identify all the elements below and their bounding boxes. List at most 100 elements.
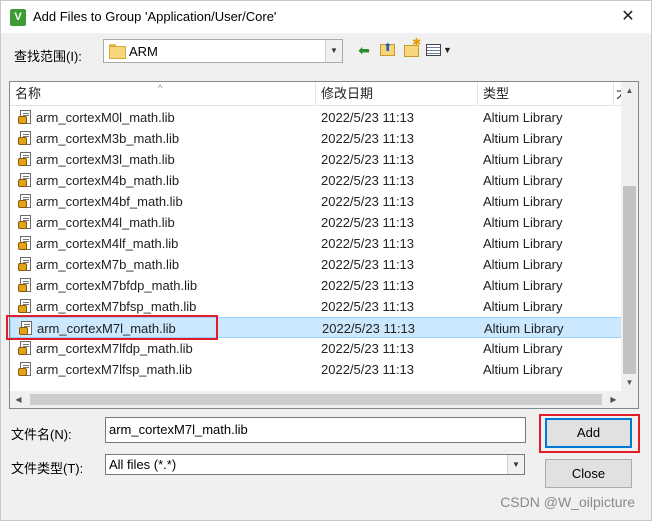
column-date[interactable]: 修改日期	[316, 82, 478, 106]
file-name: arm_cortexM3b_math.lib	[36, 131, 180, 146]
file-date: 2022/5/23 11:13	[321, 131, 415, 146]
file-type: Altium Library	[483, 362, 563, 377]
file-row[interactable]: arm_cortexM7bfdp_math.lib 2022/5/23 11:13…	[10, 275, 622, 296]
file-date: 2022/5/23 11:13	[321, 278, 415, 293]
file-date: 2022/5/23 11:13	[321, 341, 415, 356]
file-name: arm_cortexM7bfsp_math.lib	[36, 299, 197, 314]
file-type: Altium Library	[483, 236, 563, 251]
library-file-icon	[18, 341, 33, 356]
library-file-icon	[18, 173, 33, 188]
column-type[interactable]: 类型	[478, 82, 614, 106]
file-type: Altium Library	[483, 110, 563, 125]
file-row[interactable]: arm_cortexM7lfsp_math.lib 2022/5/23 11:13…	[10, 359, 622, 380]
folder-icon	[109, 44, 126, 59]
library-file-icon	[18, 299, 33, 314]
file-type: Altium Library	[483, 152, 563, 167]
add-files-dialog: V Add Files to Group 'Application/User/C…	[0, 0, 652, 521]
file-row[interactable]: arm_cortexM3l_math.lib 2022/5/23 11:13 Alt…	[10, 149, 622, 170]
chevron-down-icon[interactable]: ▼	[507, 455, 524, 474]
file-row[interactable]: arm_cortexM4l_math.lib 2022/5/23 11:13 Alt…	[10, 212, 622, 233]
filetype-label: 文件类型(T):	[11, 461, 84, 476]
watermark: CSDN @W_oilpicture	[500, 494, 635, 510]
file-type: Altium Library	[483, 215, 563, 230]
library-file-icon	[18, 278, 33, 293]
file-date: 2022/5/23 11:13	[321, 173, 415, 188]
file-type: Altium Library	[483, 173, 563, 188]
scroll-down-icon[interactable]: ▼	[621, 374, 638, 391]
file-type: Altium Library	[483, 278, 563, 293]
file-name: arm_cortexM7lfdp_math.lib	[36, 341, 193, 356]
file-type: Altium Library	[483, 131, 563, 146]
file-name: arm_cortexM0l_math.lib	[36, 110, 175, 125]
library-file-icon	[18, 152, 33, 167]
file-date: 2022/5/23 11:13	[321, 362, 415, 377]
filename-input[interactable]: arm_cortexM7l_math.lib	[105, 417, 526, 443]
file-name: arm_cortexM7b_math.lib	[36, 257, 180, 272]
add-button-highlight	[539, 414, 640, 453]
scroll-left-icon[interactable]: ◀	[10, 391, 27, 408]
close-icon[interactable]: ✕	[605, 1, 651, 32]
file-date: 2022/5/23 11:13	[321, 110, 415, 125]
file-name: arm_cortexM3l_math.lib	[36, 152, 175, 167]
file-list[interactable]: 名称 ^ 修改日期 类型 大 arm_cortexM0l_math.lib 202…	[9, 81, 639, 409]
new-folder-icon[interactable]: ✱	[403, 37, 421, 59]
back-arrow-icon[interactable]: ⬅	[356, 41, 372, 59]
chevron-down-icon[interactable]: ▼	[325, 40, 342, 62]
file-date: 2022/5/23 11:13	[321, 236, 415, 251]
sort-ascending-icon: ^	[158, 83, 163, 93]
file-name: arm_cortexM4b_math.lib	[36, 173, 180, 188]
library-file-icon	[18, 131, 33, 146]
file-date: 2022/5/23 11:13	[322, 321, 416, 336]
file-row[interactable]: arm_cortexM7lfdp_math.lib 2022/5/23 11:13…	[10, 338, 622, 359]
scroll-corner	[621, 391, 638, 408]
filetype-value: All files (*.*)	[109, 457, 177, 472]
lookin-dropdown[interactable]: ARM ▼	[103, 39, 343, 63]
file-row[interactable]: arm_cortexM4b_math.lib 2022/5/23 11:13 Alt…	[10, 170, 622, 191]
filetype-dropdown[interactable]: All files (*.*) ▼	[105, 454, 525, 475]
file-row[interactable]: arm_cortexM4lf_math.lib 2022/5/23 11:13 Al…	[10, 233, 622, 254]
file-name: arm_cortexM7lfsp_math.lib	[36, 362, 193, 377]
column-header: 名称 ^ 修改日期 类型 大	[10, 82, 622, 106]
file-row[interactable]: arm_cortexM3b_math.lib 2022/5/23 11:13 Alt…	[10, 128, 622, 149]
file-date: 2022/5/23 11:13	[321, 194, 415, 209]
file-row[interactable]: arm_cortexM7b_math.lib 2022/5/23 11:13 Alt…	[10, 254, 622, 275]
library-file-icon	[18, 236, 33, 251]
vertical-scrollbar[interactable]: ▲ ▼	[621, 82, 638, 391]
scroll-thumb[interactable]	[623, 186, 636, 374]
library-file-icon	[18, 194, 33, 209]
filename-label: 文件名(N):	[11, 427, 72, 442]
file-type: Altium Library	[483, 341, 563, 356]
column-name[interactable]: 名称 ^	[10, 82, 316, 106]
file-name: arm_cortexM7bfdp_math.lib	[36, 278, 198, 293]
file-type: Altium Library	[483, 194, 563, 209]
file-row[interactable]: arm_cortexM4bf_math.lib 2022/5/23 11:13 Al…	[10, 191, 622, 212]
library-file-icon	[18, 110, 33, 125]
file-type: Altium Library	[484, 321, 564, 336]
file-row[interactable]: arm_cortexM0l_math.lib 2022/5/23 11:13 Alt…	[10, 107, 622, 128]
file-name: arm_cortexM4lf_math.lib	[36, 236, 179, 251]
file-date: 2022/5/23 11:13	[321, 152, 415, 167]
up-folder-icon[interactable]: ⬆	[379, 41, 397, 59]
library-file-icon	[18, 362, 33, 377]
view-menu-icon[interactable]: ▼	[426, 41, 454, 59]
selected-file-highlight	[6, 315, 218, 340]
horizontal-scrollbar[interactable]: ◀ ▶	[10, 391, 622, 408]
file-date: 2022/5/23 11:13	[321, 299, 415, 314]
dialog-title: Add Files to Group 'Application/User/Cor…	[33, 9, 277, 24]
hscroll-thumb[interactable]	[30, 394, 602, 405]
file-name: arm_cortexM4l_math.lib	[36, 215, 175, 230]
scroll-right-icon[interactable]: ▶	[605, 391, 622, 408]
close-button[interactable]: Close	[545, 459, 632, 488]
file-type: Altium Library	[483, 299, 563, 314]
file-date: 2022/5/23 11:13	[321, 215, 415, 230]
lookin-value: ARM	[129, 44, 158, 59]
file-name: arm_cortexM4bf_math.lib	[36, 194, 183, 209]
file-date: 2022/5/23 11:13	[321, 257, 415, 272]
title-bar: V Add Files to Group 'Application/User/C…	[1, 1, 651, 33]
app-logo-icon: V	[10, 9, 26, 26]
lookin-label: 查找范围(I):	[14, 49, 82, 64]
library-file-icon	[18, 215, 33, 230]
file-row[interactable]: arm_cortexM7bfsp_math.lib 2022/5/23 11:13…	[10, 296, 622, 317]
file-type: Altium Library	[483, 257, 563, 272]
scroll-up-icon[interactable]: ▲	[621, 82, 638, 99]
